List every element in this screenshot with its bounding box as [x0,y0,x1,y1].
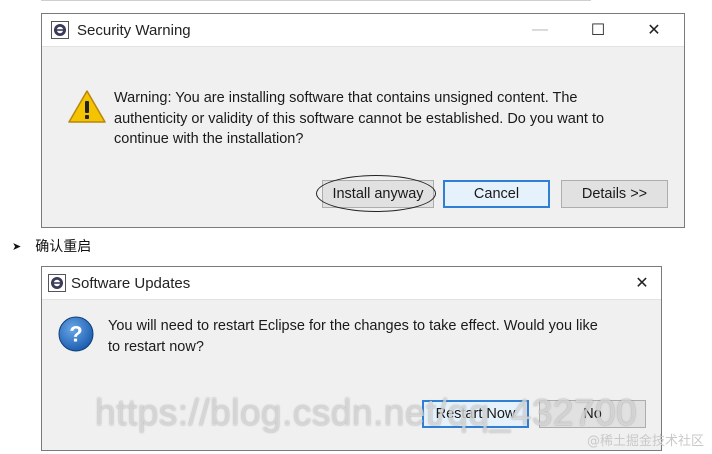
details-button[interactable]: Details >> [561,180,668,208]
close-icon: ✕ [635,275,649,292]
details-label: Details >> [581,186,648,202]
maximize-icon: ☐ [590,22,606,39]
caption: ➤ 确认重启 [12,236,91,256]
warning-icon [68,90,106,123]
eclipse-icon [48,274,66,292]
message-line: You will need to restart Eclipse for the… [108,318,598,334]
url-watermark: https://blog.csdn.net/qq_432700 [95,392,638,433]
updates-dialog-titlebar: Software Updates ✕ [42,267,661,300]
arrow-bullet-icon: ➤ [12,239,22,253]
cancel-label: Cancel [473,186,520,202]
install-anyway-button[interactable]: Install anyway [322,180,434,208]
install-anyway-label: Install anyway [332,186,424,202]
site-watermark: @稀土掘金技术社区 [586,434,704,449]
eclipse-icon [51,21,69,39]
maximize-button[interactable]: ☐ [576,14,620,46]
message-line: Warning: You are installing software tha… [114,90,578,106]
restart-message: You will need to restart Eclipse for the… [108,316,598,357]
message-line: continue with the installation? [114,131,304,147]
updates-dialog-title: Software Updates [71,275,191,292]
close-button[interactable]: ✕ [632,14,676,46]
caption-text: 确认重启 [35,239,92,255]
close-button[interactable]: ✕ [623,267,661,299]
top-divider [41,0,591,1]
security-warning-dialog: Security Warning — ☐ ✕ Warning: You are … [41,13,685,228]
security-dialog-titlebar: Security Warning — ☐ ✕ [42,14,684,47]
minimize-button[interactable]: — [518,14,562,46]
minimize-icon: — [532,21,548,38]
svg-text:?: ? [69,322,82,347]
cancel-button[interactable]: Cancel [443,180,550,208]
security-warning-message: Warning: You are installing software tha… [114,88,604,150]
message-line: authenticity or validity of this softwar… [114,110,605,127]
question-icon: ? [58,316,94,352]
security-dialog-title: Security Warning [77,22,191,39]
message-line: to restart now? [108,338,204,355]
close-icon: ✕ [647,22,661,39]
